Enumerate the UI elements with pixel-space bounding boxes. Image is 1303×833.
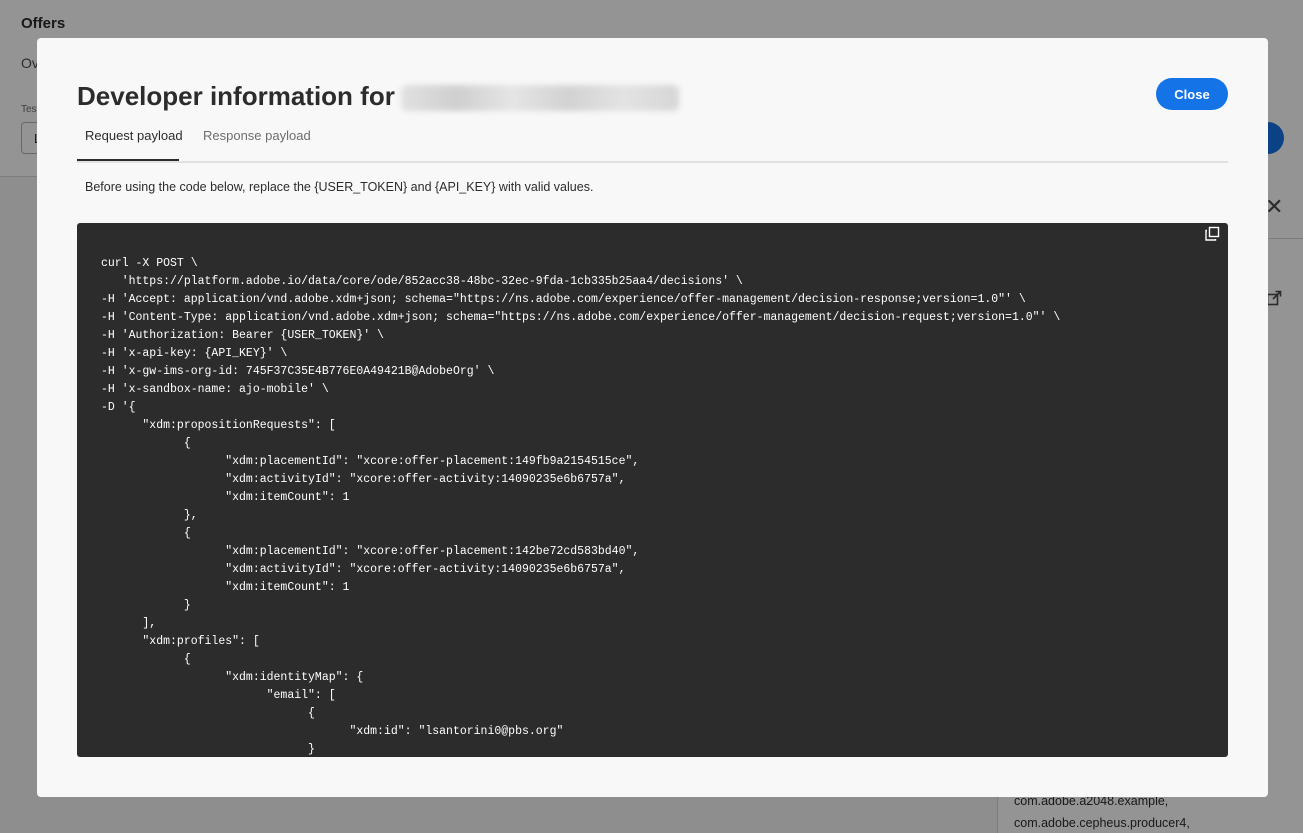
close-button[interactable]: Close bbox=[1156, 78, 1228, 110]
code-line: "xdm:placementId": "xcore:offer-placemen… bbox=[101, 455, 640, 468]
code-block: curl -X POST \ 'https://platform.adobe.i… bbox=[77, 223, 1228, 757]
code-line: }, bbox=[101, 509, 198, 522]
code-line: 'https://platform.adobe.io/data/core/ode… bbox=[101, 275, 743, 288]
code-line: "xdm:profiles": [ bbox=[101, 635, 260, 648]
code-line: { bbox=[101, 437, 191, 450]
code-line: -H 'Authorization: Bearer {USER_TOKEN}' … bbox=[101, 329, 384, 342]
code-line: "xdm:identityMap": { bbox=[101, 671, 364, 684]
tab-request-payload[interactable]: Request payload bbox=[85, 128, 183, 143]
payload-tabs: Request payload Response payload bbox=[77, 120, 1228, 163]
code-line: "xdm:activityId": "xcore:offer-activity:… bbox=[101, 563, 626, 576]
code-line: "email": [ bbox=[101, 689, 336, 702]
code-line: "xdm:itemCount": 1 bbox=[101, 581, 350, 594]
code-line: "xdm:itemCount": 1 bbox=[101, 491, 350, 504]
dialog-title-text: Developer information for bbox=[77, 81, 395, 111]
code-line: -H 'x-api-key: {API_KEY}' \ bbox=[101, 347, 288, 360]
redacted-offer-name bbox=[400, 85, 679, 112]
code-line: { bbox=[101, 653, 191, 666]
code-line: -H 'Accept: application/vnd.adobe.xdm+js… bbox=[101, 293, 1026, 306]
code-line: -H 'Content-Type: application/vnd.adobe.… bbox=[101, 311, 1061, 324]
code-line: { bbox=[101, 527, 191, 540]
code-line: { bbox=[101, 707, 315, 720]
code-line: "xdm:placementId": "xcore:offer-placemen… bbox=[101, 545, 640, 558]
code-line: ], bbox=[101, 617, 157, 630]
code-snippet: curl -X POST \ 'https://platform.adobe.i… bbox=[101, 255, 1060, 757]
code-line: "xdm:id": "lsantorini0@pbs.org" bbox=[101, 725, 564, 738]
code-line: } bbox=[101, 599, 191, 612]
dialog-title: Developer information for bbox=[77, 81, 679, 112]
code-line: "xdm:activityId": "xcore:offer-activity:… bbox=[101, 473, 626, 486]
code-line: -D '{ bbox=[101, 401, 136, 414]
copy-icon[interactable] bbox=[1203, 225, 1221, 243]
code-line: } bbox=[101, 743, 315, 756]
tab-response-payload[interactable]: Response payload bbox=[203, 128, 311, 143]
active-tab-indicator bbox=[77, 159, 179, 161]
code-line: curl -X POST \ bbox=[101, 257, 198, 270]
instructions-text: Before using the code below, replace the… bbox=[85, 180, 594, 194]
code-line: "xdm:propositionRequests": [ bbox=[101, 419, 336, 432]
developer-info-dialog: Developer information for Close Request … bbox=[37, 38, 1268, 797]
code-line: -H 'x-gw-ims-org-id: 745F37C35E4B776E0A4… bbox=[101, 365, 495, 378]
code-line: -H 'x-sandbox-name: ajo-mobile' \ bbox=[101, 383, 329, 396]
